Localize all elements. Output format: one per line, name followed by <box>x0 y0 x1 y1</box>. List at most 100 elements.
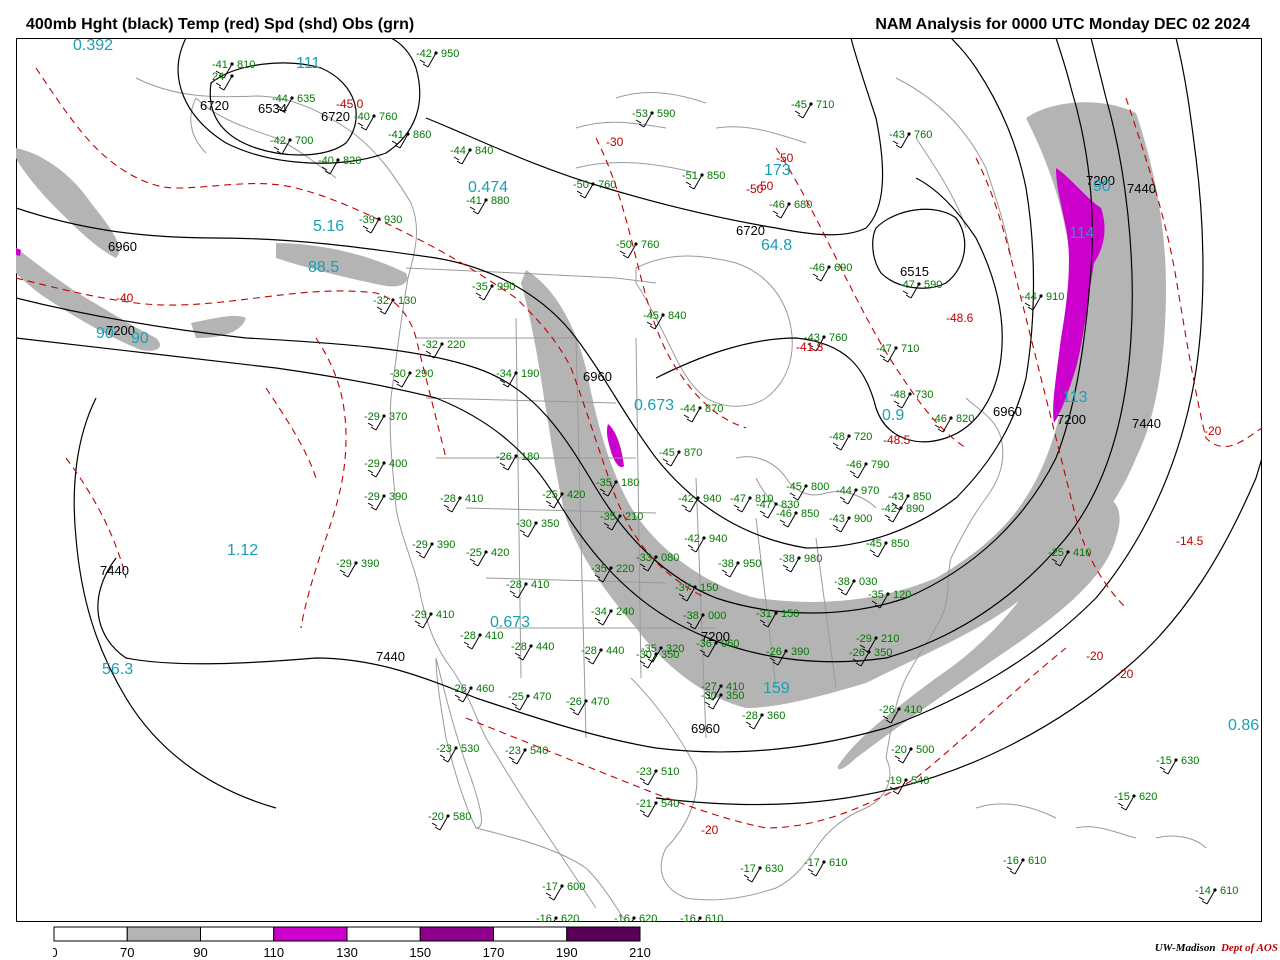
speed-label: 90 <box>131 330 149 347</box>
obs-height: 980 <box>804 553 822 565</box>
credit-dept: Dept of AOS <box>1220 942 1278 954</box>
obs-temperature: -15 <box>1156 755 1172 767</box>
legend-tick: 110 <box>263 945 284 960</box>
obs-temperature: -29 <box>364 491 380 503</box>
obs-height: 500 <box>916 744 934 756</box>
obs-temperature: -53 <box>632 108 648 120</box>
speed-label: 0.9 <box>882 407 904 424</box>
obs-height: 790 <box>871 459 889 471</box>
height-label: 6960 <box>583 369 612 384</box>
obs-temperature: -34 <box>496 368 512 380</box>
obs-temperature: -25 <box>542 489 558 501</box>
obs-height: 610 <box>829 857 847 869</box>
legend-box <box>493 926 568 942</box>
obs-height: 880 <box>491 195 509 207</box>
obs-height: 680 <box>794 199 812 211</box>
obs-temperature: -35 <box>591 563 607 575</box>
obs-height: 210 <box>881 633 899 645</box>
obs-temperature: -29 <box>411 609 427 621</box>
obs-height: 850 <box>801 508 819 520</box>
obs-height: 510 <box>661 766 679 778</box>
obs-height: 610 <box>705 913 723 922</box>
temperature-label: -48.6 <box>946 311 974 325</box>
height-label: 6960 <box>691 721 720 736</box>
legend-tick: 150 <box>409 945 431 960</box>
temperature-label: -40 <box>116 291 134 305</box>
obs-temperature: -40 <box>318 155 334 167</box>
obs-height: 760 <box>641 239 659 251</box>
obs-temperature: -14 <box>1195 885 1211 897</box>
height-label: 7200 <box>1057 412 1086 427</box>
obs-temperature: -28 <box>506 579 522 591</box>
obs-temperature: -34 <box>591 606 607 618</box>
obs-height: 150 <box>700 582 718 594</box>
obs-temperature: -29 <box>364 411 380 423</box>
speed-label: 64.8 <box>761 237 792 254</box>
obs-height: 620 <box>1139 791 1157 803</box>
height-label: 6960 <box>108 239 137 254</box>
obs-temperature: -29 <box>364 458 380 470</box>
obs-temperature: -16 <box>1003 855 1019 867</box>
obs-temperature: -38 <box>779 553 795 565</box>
obs-height: 390 <box>437 539 455 551</box>
obs-temperature: -43 <box>829 513 845 525</box>
obs-temperature: -47 <box>899 279 915 291</box>
obs-height: 850 <box>891 538 909 550</box>
obs-temperature: -44 <box>1021 291 1037 303</box>
obs-temperature: -42 <box>270 135 286 147</box>
temperature-label: -14.5 <box>1176 534 1204 548</box>
obs-height: 950 <box>441 48 459 60</box>
obs-temperature: -29 <box>336 558 352 570</box>
obs-height: 000 <box>708 610 726 622</box>
obs-height: 890 <box>906 503 924 515</box>
obs-temperature: -32 <box>422 339 438 351</box>
temperature-label: -20 <box>1116 667 1134 681</box>
obs-height: 470 <box>533 691 551 703</box>
speed-label: 111 <box>296 55 320 72</box>
obs-temperature: -41 <box>388 129 404 141</box>
obs-height: 540 <box>530 745 548 757</box>
obs-height: 870 <box>684 447 702 459</box>
obs-height: 120 <box>893 589 911 601</box>
obs-height: 080 <box>661 552 679 564</box>
speed-label: 0.474 <box>468 179 508 196</box>
legend-box <box>273 926 348 942</box>
temperature-label: -20 <box>1086 649 1104 663</box>
obs-temperature: -42 <box>416 48 432 60</box>
legend-box <box>346 926 421 942</box>
legend-box <box>566 926 641 942</box>
obs-height: 350 <box>874 647 892 659</box>
obs-temperature: -47 <box>756 499 772 511</box>
legend-box <box>200 926 275 942</box>
obs-temperature: -45 <box>786 481 802 493</box>
speed-label: 0.86 <box>1228 717 1259 734</box>
obs-temperature: -38 <box>718 558 734 570</box>
speed-label: 88.5 <box>308 259 339 276</box>
obs-height: 540 <box>661 798 679 810</box>
temperature-label: -50 <box>746 182 764 196</box>
obs-temperature: -23 <box>436 743 452 755</box>
height-label: 6720 <box>321 109 350 124</box>
obs-temperature: -45 <box>866 538 882 550</box>
speed-label: 90 <box>96 325 114 342</box>
legend-tick: 170 <box>483 945 505 960</box>
obs-height: 410 <box>485 630 503 642</box>
obs-height: 410 <box>726 681 744 693</box>
obs-height: 950 <box>743 558 761 570</box>
height-label: 7440 <box>376 649 405 664</box>
legend-tick: 210 <box>629 945 651 960</box>
obs-temperature: -35 <box>472 281 488 293</box>
obs-temperature: -30 <box>390 368 406 380</box>
obs-temperature: -17 <box>542 881 558 893</box>
obs-temperature: -33 <box>636 552 652 564</box>
obs-height: 220 <box>616 563 634 575</box>
obs-height: 800 <box>811 481 829 493</box>
obs-height: 530 <box>461 743 479 755</box>
obs-height: 850 <box>707 170 725 182</box>
speed-label: 113 <box>1062 389 1088 406</box>
obs-temperature: -16 <box>614 913 630 922</box>
obs-height: 690 <box>834 262 852 274</box>
obs-height: 810 <box>237 59 255 71</box>
obs-temperature: -35 <box>868 589 884 601</box>
obs-temperature: -46 <box>846 459 862 471</box>
